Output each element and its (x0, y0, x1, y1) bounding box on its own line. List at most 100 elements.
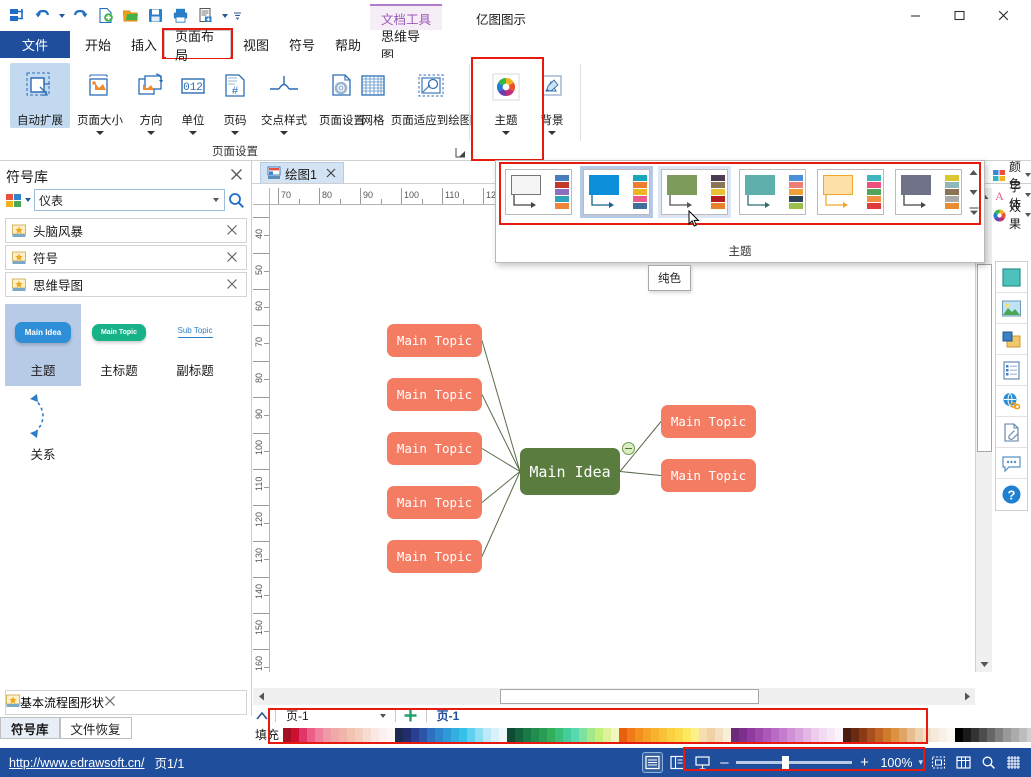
fill-palette-swatch[interactable] (763, 727, 771, 742)
fill-palette-swatch[interactable] (923, 727, 931, 742)
print-icon[interactable] (169, 4, 192, 27)
fill-palette-swatch[interactable] (947, 727, 955, 742)
fill-palette-swatch[interactable] (395, 727, 403, 742)
fill-palette-swatch[interactable] (963, 727, 971, 742)
collapse-toggle-button[interactable] (622, 442, 635, 455)
scroll-left-icon[interactable] (253, 688, 269, 705)
library-item-mindmap[interactable]: 思维导图 (5, 272, 247, 297)
fill-palette-swatch[interactable] (851, 727, 859, 742)
fill-palette-swatch[interactable] (475, 727, 483, 742)
fill-palette-swatch[interactable] (979, 727, 987, 742)
fill-color-icon[interactable] (996, 262, 1027, 293)
mindmap-topic-node[interactable]: Main Topic (387, 486, 482, 519)
add-page-button[interactable] (400, 708, 422, 723)
fill-palette-swatch[interactable] (955, 727, 963, 742)
tab-mindmap[interactable]: 思维导图 (372, 29, 440, 63)
export-dropdown-caret[interactable] (219, 4, 230, 27)
theme-scroll-up-icon[interactable] (967, 166, 980, 179)
close-button[interactable] (981, 2, 1025, 28)
background-caret-icon[interactable] (548, 131, 556, 135)
fill-palette-swatch[interactable] (835, 727, 843, 742)
button-background[interactable]: 背景 (530, 63, 574, 135)
theme-item-2[interactable] (658, 166, 731, 218)
library-item-symbols[interactable]: 符号 (5, 245, 247, 270)
undo-icon[interactable] (31, 4, 54, 27)
scroll-right-icon[interactable] (959, 688, 975, 705)
fill-palette-swatch[interactable] (299, 727, 307, 742)
fill-palette-swatch[interactable] (627, 727, 635, 742)
orientation-caret-icon[interactable] (147, 131, 155, 135)
fill-palette-swatch[interactable] (811, 727, 819, 742)
layers-icon[interactable] (996, 324, 1027, 355)
fill-palette-swatch[interactable] (1011, 727, 1019, 742)
library-item-brainstorm-close-icon[interactable] (226, 224, 239, 237)
fill-palette-swatch[interactable] (363, 727, 371, 742)
mindmap-topic-node[interactable]: Main Topic (661, 405, 756, 438)
maximize-button[interactable] (937, 2, 981, 28)
fill-palette-swatch[interactable] (547, 727, 555, 742)
tab-help[interactable]: 帮助 (326, 31, 370, 58)
mindmap-topic-node[interactable]: Main Topic (387, 378, 482, 411)
page-setup-dialog-launcher[interactable] (455, 147, 466, 158)
library-item-basic-flowchart[interactable]: 基本流程图形状 (5, 690, 247, 715)
fill-palette-swatch[interactable] (859, 727, 867, 742)
grid-toggle-icon[interactable] (1004, 753, 1023, 772)
button-grid[interactable]: 网格 (352, 63, 394, 128)
theme-item-3[interactable] (736, 166, 809, 218)
page-number-caret-icon[interactable] (231, 131, 239, 135)
document-properties-icon[interactable] (996, 355, 1027, 386)
fill-palette-swatch[interactable] (467, 727, 475, 742)
new-icon[interactable] (94, 4, 117, 27)
fill-palette-swatch[interactable] (1003, 727, 1011, 742)
shape-relationship[interactable]: 关系 (5, 388, 81, 470)
page-view-icon[interactable] (668, 753, 687, 772)
fill-palette-swatch[interactable] (787, 727, 795, 742)
library-search-input[interactable]: 仪表 (34, 189, 225, 211)
button-page-size[interactable]: 页面大小 (72, 63, 128, 135)
fill-palette-swatch[interactable] (635, 727, 643, 742)
horizontal-scrollbar[interactable] (253, 688, 975, 705)
canvas[interactable]: Main Idea Main Topic Main Topic Main Topic M… (270, 205, 975, 672)
theme-item-5[interactable] (892, 166, 965, 218)
page-dropdown[interactable]: 页-1 (280, 707, 315, 724)
button-unit[interactable]: 012 单位 (172, 63, 214, 135)
theme-item-0[interactable] (502, 166, 575, 218)
menu-font-caret-icon[interactable] (1025, 193, 1031, 197)
fill-palette-swatch[interactable] (323, 727, 331, 742)
theme-caret-icon[interactable] (502, 131, 510, 135)
page-size-caret-icon[interactable] (96, 131, 104, 135)
save-icon[interactable] (144, 4, 167, 27)
fill-palette-swatch[interactable] (915, 727, 923, 742)
open-icon[interactable] (119, 4, 142, 27)
edraw-logo-icon[interactable] (6, 4, 29, 27)
fill-palette-swatch[interactable] (699, 727, 707, 742)
document-tab-close-icon[interactable] (325, 167, 337, 179)
fill-palette-swatch[interactable] (571, 727, 579, 742)
fill-palette-swatch[interactable] (379, 727, 387, 742)
fill-palette-swatches[interactable] (283, 727, 1031, 742)
fill-palette-swatch[interactable] (499, 727, 507, 742)
fill-palette-swatch[interactable] (451, 727, 459, 742)
fill-palette-swatch[interactable] (595, 727, 603, 742)
vertical-scrollbar-thumb[interactable] (977, 264, 992, 452)
fill-palette-swatch[interactable] (331, 727, 339, 742)
fill-palette-swatch[interactable] (715, 727, 723, 742)
fill-palette-swatch[interactable] (795, 727, 803, 742)
fill-palette-swatch[interactable] (691, 727, 699, 742)
fill-palette-swatch[interactable] (315, 727, 323, 742)
fill-palette-swatch[interactable] (1019, 727, 1027, 742)
zoom-region-icon[interactable] (979, 753, 998, 772)
fill-palette-swatch[interactable] (371, 727, 379, 742)
horizontal-scrollbar-thumb[interactable] (500, 689, 759, 704)
drawing-page[interactable]: Main Idea Main Topic Main Topic Main Topic M… (270, 205, 975, 672)
fill-palette-swatch[interactable] (827, 727, 835, 742)
theme-gallery-more-icon[interactable] (967, 205, 980, 218)
fill-palette-swatch[interactable] (987, 727, 995, 742)
fill-palette-swatch[interactable] (403, 727, 411, 742)
fill-palette-swatch[interactable] (771, 727, 779, 742)
vertical-ruler[interactable]: 40 50 60 70 80 90 100 110 120 130 140 150 160 (253, 205, 270, 672)
fill-palette-swatch[interactable] (803, 727, 811, 742)
library-item-mindmap-close-icon[interactable] (226, 278, 239, 291)
fill-palette-swatch[interactable] (291, 727, 299, 742)
minimize-button[interactable] (893, 2, 937, 28)
